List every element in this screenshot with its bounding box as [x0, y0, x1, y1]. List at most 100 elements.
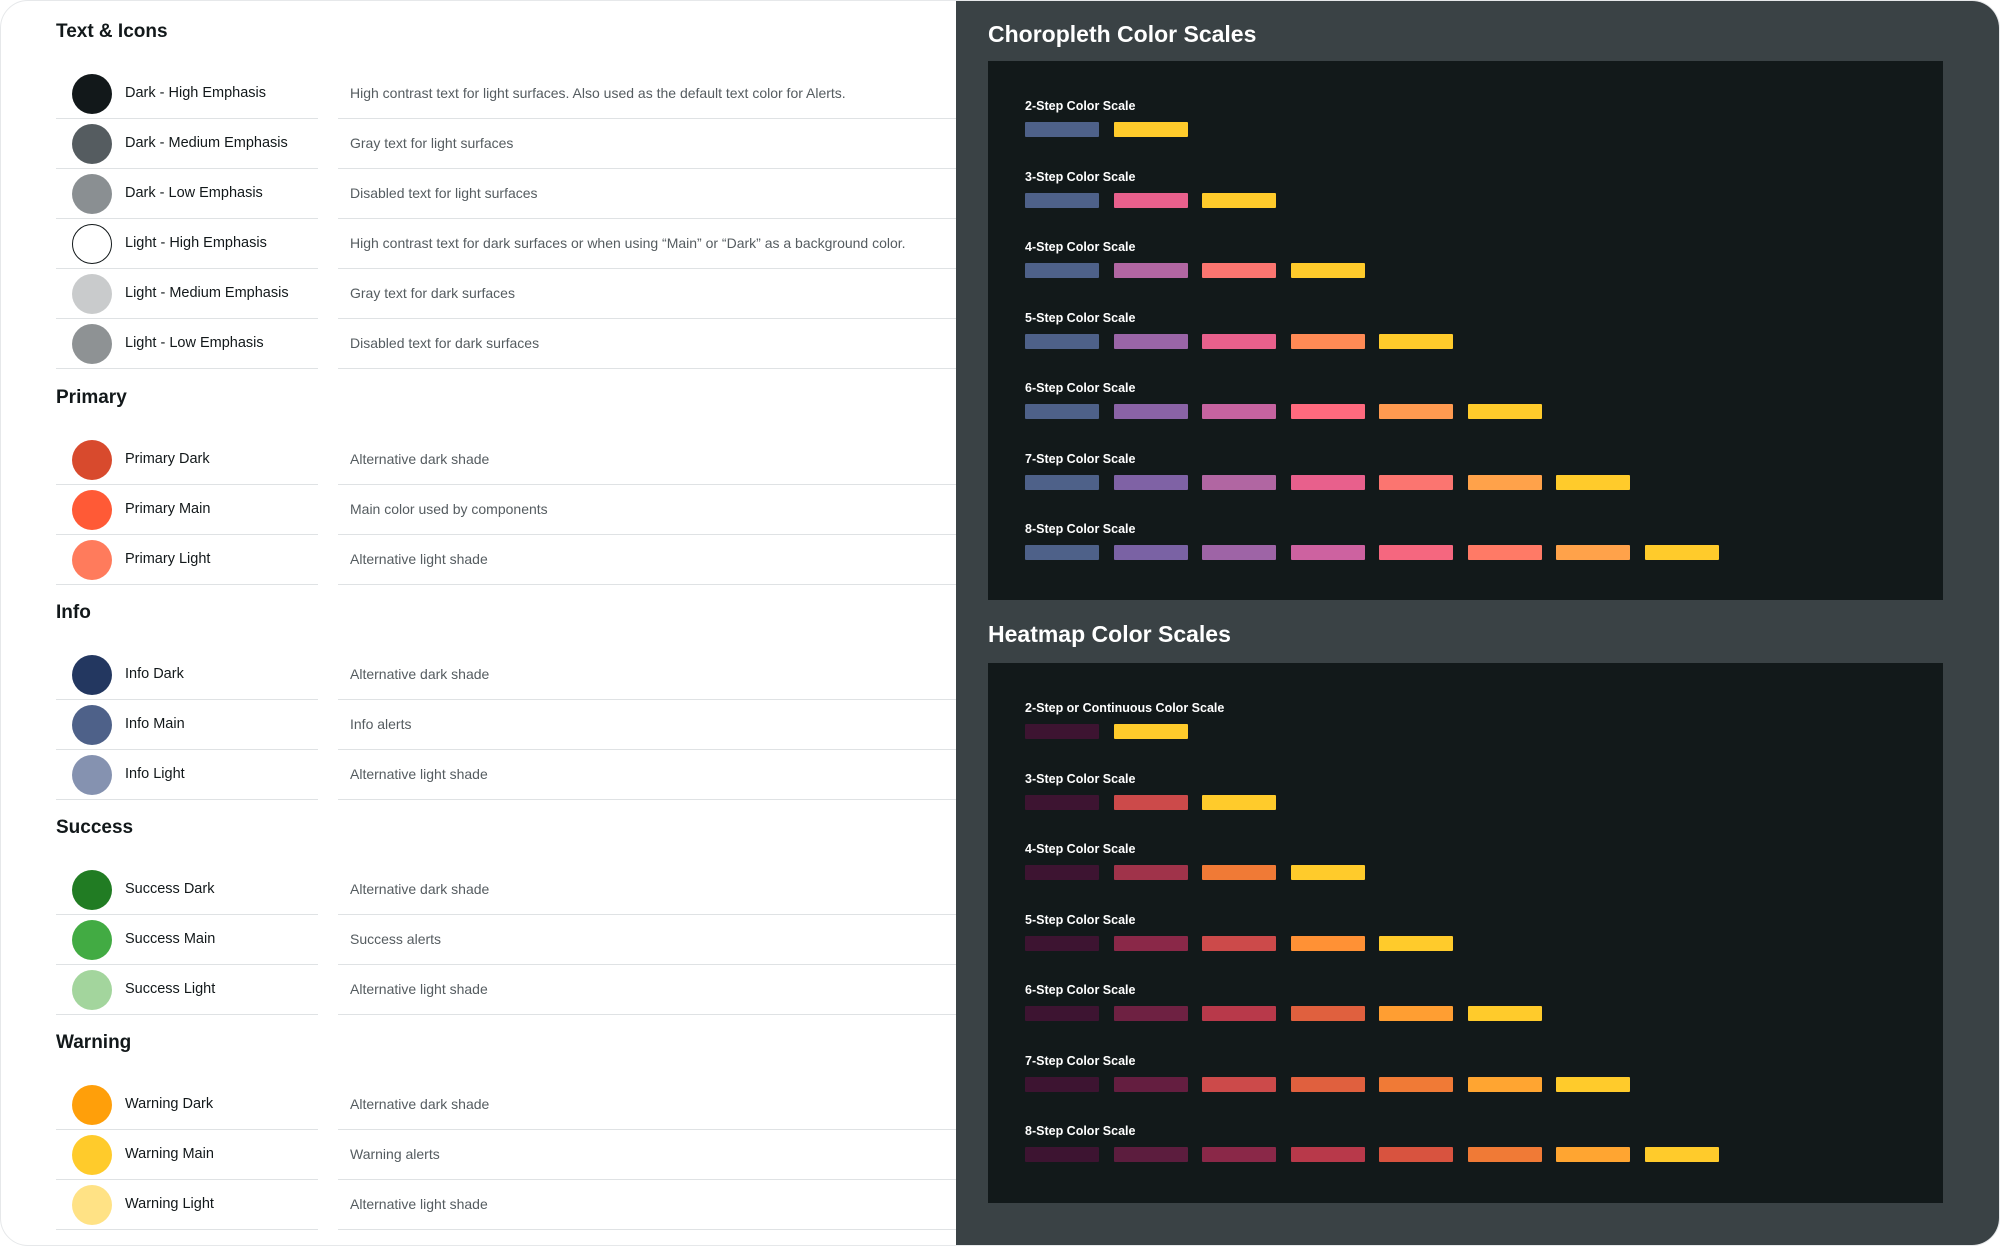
- color-chip: [1025, 724, 1099, 739]
- group-warning: Warning Warning Dark Alternative dark sha…: [56, 1028, 956, 1230]
- color-chip: [1025, 1076, 1099, 1092]
- color-chip: [1556, 545, 1630, 560]
- scale-label: 7-Step Color Scale: [1025, 451, 1136, 466]
- color-chip: [1202, 1076, 1276, 1092]
- token-desc-cell: Disabled text for dark surfaces: [338, 319, 956, 369]
- heatmap-scale-4: 4-Step Color Scale: [1025, 841, 1365, 881]
- token-name-cell: Dark - High Emphasis: [56, 69, 318, 119]
- token-desc-cell: Alternative dark shade: [338, 865, 956, 915]
- color-swatch: [72, 1085, 112, 1125]
- token-name-cell: Info Dark: [56, 650, 318, 700]
- token-name-cell: Success Light: [56, 965, 318, 1015]
- color-chip: [1379, 545, 1453, 560]
- color-description: Disabled text for dark surfaces: [350, 335, 540, 351]
- token-row-light-medium-emphasis: Light - Medium Emphasis Gray text for dar…: [56, 269, 956, 319]
- token-desc-cell: Info alerts: [338, 700, 956, 750]
- color-chip: [1379, 1076, 1453, 1092]
- scale-chips: [1025, 724, 1224, 740]
- token-row-light-low-emphasis: Light - Low Emphasis Disabled text for da…: [56, 319, 956, 369]
- color-chip: [1113, 724, 1188, 739]
- token-desc-cell: Success alerts: [338, 915, 956, 965]
- color-chip: [1202, 794, 1276, 810]
- color-chip: [1467, 1006, 1542, 1021]
- color-description: Alternative dark shade: [350, 451, 490, 467]
- color-chip: [1202, 333, 1276, 349]
- color-chip: [1202, 404, 1276, 419]
- token-row-dark-low-emphasis: Dark - Low Emphasis Disabled text for lig…: [56, 169, 956, 219]
- style-guide-frame: Text & Icons Dark - High Emphasis High co…: [0, 0, 2000, 1246]
- color-chip: [1202, 192, 1276, 208]
- color-chip: [1025, 1147, 1099, 1162]
- group-success: Success Success Dark Alternative dark sha…: [56, 813, 956, 1015]
- color-chip: [1025, 1006, 1099, 1021]
- color-chip: [1556, 474, 1630, 490]
- color-chip: [1113, 1006, 1188, 1021]
- color-chip: [1025, 545, 1099, 560]
- scale-label: 5-Step Color Scale: [1025, 310, 1136, 325]
- heatmap-scale-3: 3-Step Color Scale: [1025, 771, 1276, 811]
- color-chip: [1113, 545, 1188, 560]
- token-row-warning-main: Warning Main Warning alerts: [56, 1130, 956, 1180]
- color-description: Info alerts: [350, 716, 412, 732]
- color-chip: [1644, 1147, 1719, 1162]
- color-name: Dark - Medium Emphasis: [125, 135, 288, 151]
- scale-chips: [1025, 333, 1453, 350]
- color-chip: [1025, 192, 1099, 208]
- scale-chips: [1025, 122, 1188, 138]
- token-desc-cell: Gray text for dark surfaces: [338, 269, 956, 319]
- token-row-info-dark: Info Dark Alternative dark shade: [56, 650, 956, 700]
- color-swatch: [72, 1185, 112, 1225]
- scale-chips: [1025, 404, 1542, 420]
- color-chip: [1113, 122, 1188, 137]
- color-description: Gray text for light surfaces: [350, 135, 514, 151]
- color-chip: [1113, 404, 1188, 419]
- token-name-cell: Warning Main: [56, 1130, 318, 1180]
- token-row-primary-main: Primary Main Main color used by component…: [56, 485, 956, 535]
- choropleth-title: Choropleth Color Scales: [988, 21, 1257, 47]
- token-rows: Dark - High Emphasis High contrast text f…: [56, 69, 956, 369]
- color-chip: [1379, 404, 1453, 419]
- color-description: High contrast text for light surfaces. A…: [350, 85, 846, 101]
- heatmap-scale-6: 6-Step Color Scale: [1025, 982, 1542, 1022]
- color-chip: [1202, 865, 1276, 880]
- heatmap-scale-box: 2-Step or Continuous Color Scale 3-Step C…: [988, 663, 1943, 1203]
- color-chip: [1202, 1147, 1276, 1162]
- token-desc-cell: Disabled text for light surfaces: [338, 169, 956, 219]
- choropleth-scale-7: 7-Step Color Scale: [1025, 451, 1630, 491]
- color-chip: [1202, 935, 1276, 951]
- color-swatch: [72, 970, 112, 1010]
- token-row-light-high-emphasis: Light - High Emphasis High contrast text …: [56, 219, 956, 269]
- color-chip: [1113, 474, 1188, 490]
- color-chip: [1290, 1006, 1365, 1021]
- token-desc-cell: Alternative dark shade: [338, 435, 956, 485]
- color-name: Dark - Low Emphasis: [125, 185, 263, 201]
- scale-label: 4-Step Color Scale: [1025, 842, 1136, 856]
- color-description: Alternative light shade: [350, 551, 488, 567]
- color-name: Light - High Emphasis: [125, 235, 267, 251]
- scale-label: 2-Step or Continuous Color Scale: [1025, 701, 1225, 715]
- color-name: Info Main: [125, 716, 185, 732]
- scale-chips: [1025, 545, 1719, 561]
- color-name: Success Light: [125, 981, 216, 997]
- token-rows: Primary Dark Alternative dark shade Primar…: [56, 435, 956, 585]
- token-rows: Info Dark Alternative dark shade Info Main…: [56, 650, 956, 800]
- color-swatch: [72, 920, 112, 960]
- scale-chips: [1025, 1147, 1719, 1163]
- color-chip: [1113, 935, 1188, 951]
- color-name: Primary Dark: [125, 451, 210, 467]
- token-name-cell: Primary Dark: [56, 435, 318, 485]
- color-name: Light - Medium Emphasis: [125, 285, 289, 301]
- color-swatch: [72, 705, 112, 745]
- color-chip: [1644, 545, 1719, 560]
- scale-chips: [1025, 474, 1630, 491]
- token-name-cell: Dark - Low Emphasis: [56, 169, 318, 219]
- color-chip: [1290, 865, 1365, 880]
- color-name: Primary Main: [125, 501, 211, 517]
- color-chip: [1025, 404, 1099, 419]
- color-chip: [1379, 1006, 1453, 1021]
- color-chip: [1290, 1147, 1365, 1162]
- color-swatch: [72, 74, 112, 114]
- token-desc-cell: Alternative light shade: [338, 965, 956, 1015]
- heatmap-scale-2: 2-Step or Continuous Color Scale: [1025, 700, 1224, 740]
- color-name: Info Light: [125, 766, 185, 782]
